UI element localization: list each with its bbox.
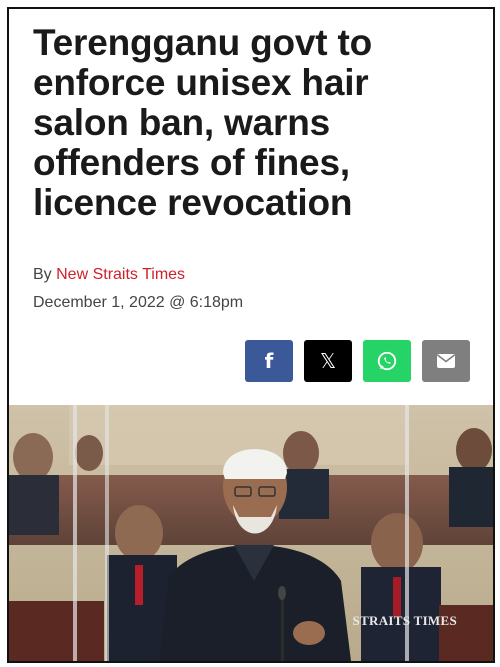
byline: By New Straits Times [33,266,185,284]
share-email-button[interactable] [422,340,470,382]
share-whatsapp-button[interactable] [363,340,411,382]
article-headline: Terengganu govt to enforce unisex hair s… [33,22,372,223]
whatsapp-icon [377,351,397,371]
author-link[interactable]: New Straits Times [56,266,185,283]
share-x-button[interactable]: 𝕏 [304,340,352,382]
article-card: Terengganu govt to enforce unisex hair s… [7,7,495,663]
x-icon: 𝕏 [319,349,337,373]
share-facebook-button[interactable]: f [245,340,293,382]
photo-watermark: STRAITS TIMES [352,613,457,628]
publish-date: December 1, 2022 @ 6:18pm [33,294,244,311]
facebook-icon: f [264,349,274,373]
email-icon [437,354,455,368]
byline-prefix: By [33,266,52,283]
article-photo: STRAITS TIMES [9,405,493,661]
share-bar: f 𝕏 [245,340,470,382]
